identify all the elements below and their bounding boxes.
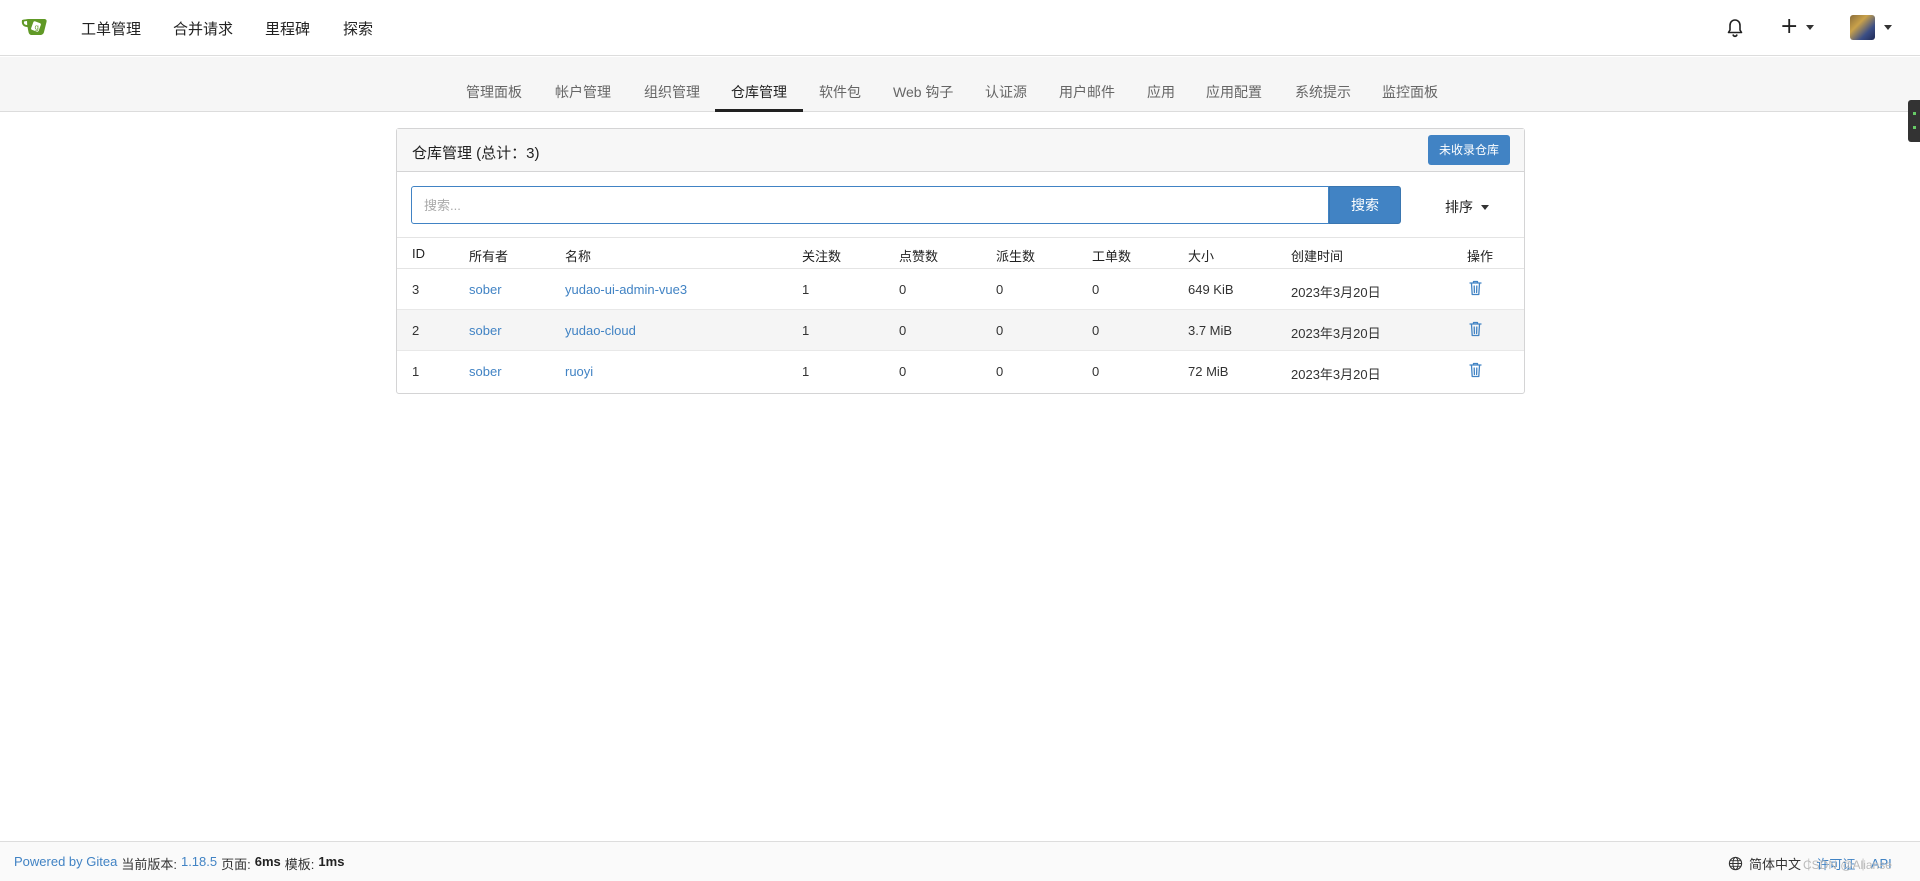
- unadopted-repos-button[interactable]: 未收录仓库: [1428, 135, 1510, 165]
- search-button[interactable]: 搜索: [1329, 186, 1401, 224]
- trash-icon[interactable]: [1469, 321, 1482, 337]
- table-row: 3 sober yudao-ui-admin-vue3 1 0 0 0 649 …: [397, 269, 1524, 310]
- chevron-down-icon: [1481, 204, 1489, 210]
- tab-users[interactable]: 帐户管理: [555, 82, 611, 102]
- active-tab-indicator: [715, 109, 803, 112]
- repo-forks: 0: [996, 364, 1004, 379]
- repo-name-link[interactable]: yudao-cloud: [565, 323, 636, 338]
- repo-forks: 0: [996, 323, 1004, 338]
- repo-owner-link[interactable]: sober: [469, 323, 502, 338]
- tab-packages[interactable]: 软件包: [819, 82, 861, 102]
- panel-header: 仓库管理 (总计：3) 未收录仓库: [397, 129, 1524, 172]
- footer-left: Powered by Gitea 当前版本: 1.18.5 页面: 6ms 模板…: [14, 854, 344, 873]
- repo-management-panel: 仓库管理 (总计：3) 未收录仓库 搜索 排序 ID 所有者 名称 关注数 点赞…: [396, 128, 1525, 394]
- repo-stars: 0: [899, 323, 907, 338]
- header-size: 大小: [1188, 249, 1215, 264]
- tab-repos[interactable]: 仓库管理: [731, 82, 787, 102]
- header-id[interactable]: ID: [412, 246, 425, 261]
- repo-watches: 1: [802, 282, 810, 297]
- repo-created: 2023年3月20日: [1291, 285, 1381, 300]
- chevron-down-icon: [1884, 25, 1892, 30]
- bell-icon[interactable]: [1726, 18, 1744, 38]
- repo-name-link[interactable]: ruoyi: [565, 364, 593, 379]
- repo-created: 2023年3月20日: [1291, 326, 1381, 341]
- sort-dropdown[interactable]: 排序: [1445, 197, 1489, 217]
- page-time: 6ms: [254, 854, 281, 869]
- create-dropdown[interactable]: +: [1780, 14, 1815, 39]
- tab-webhooks[interactable]: Web 钩子: [893, 82, 953, 102]
- side-scroll-widget[interactable]: [1908, 100, 1920, 142]
- header-name: 名称: [565, 249, 592, 264]
- repo-size: 3.7 MiB: [1188, 323, 1233, 338]
- tab-applications[interactable]: 应用: [1147, 82, 1175, 102]
- repo-id: 3: [412, 282, 420, 297]
- user-menu[interactable]: [1850, 15, 1892, 40]
- search-input[interactable]: [411, 186, 1329, 224]
- repo-watches: 1: [802, 323, 810, 338]
- repo-issues: 0: [1092, 364, 1100, 379]
- repo-issues: 0: [1092, 282, 1100, 297]
- watermark-text: CSDN @Alianse: [1803, 858, 1892, 872]
- version-label: 当前版本:: [121, 857, 177, 872]
- template-time: 1ms: [318, 854, 345, 869]
- tab-orgs[interactable]: 组织管理: [644, 82, 700, 102]
- tab-config[interactable]: 应用配置: [1206, 82, 1262, 102]
- repo-id: 2: [412, 323, 420, 338]
- version-link[interactable]: 1.18.5: [181, 854, 217, 873]
- powered-by-link[interactable]: Powered by Gitea: [14, 854, 117, 873]
- repo-size: 72 MiB: [1188, 364, 1229, 379]
- tab-auth-sources[interactable]: 认证源: [985, 82, 1027, 102]
- nav-pulls[interactable]: 合并请求: [173, 18, 233, 39]
- gitea-logo-icon[interactable]: g: [20, 14, 50, 38]
- repo-stars: 0: [899, 364, 907, 379]
- page-label: 页面:: [221, 857, 251, 872]
- header-stars: 点赞数: [899, 249, 939, 264]
- nav-milestones[interactable]: 里程碑: [265, 18, 310, 39]
- avatar: [1850, 15, 1875, 40]
- panel-title: 仓库管理 (总计：3): [412, 145, 540, 162]
- table-row: 2 sober yudao-cloud 1 0 0 0 3.7 MiB 2023…: [397, 310, 1524, 351]
- repo-stars: 0: [899, 282, 907, 297]
- table-header: ID 所有者 名称 关注数 点赞数 派生数 工单数 大小 创建时间 操作: [397, 237, 1524, 269]
- repo-id: 1: [412, 364, 420, 379]
- tab-notices[interactable]: 系统提示: [1295, 82, 1351, 102]
- plus-icon: +: [1780, 14, 1799, 39]
- header-actions: 操作: [1467, 249, 1494, 264]
- sort-label: 排序: [1445, 199, 1473, 215]
- nav-issues[interactable]: 工单管理: [81, 18, 141, 39]
- svg-text:g: g: [35, 24, 39, 32]
- header-issues: 工单数: [1092, 249, 1132, 264]
- header-watches: 关注数: [802, 249, 842, 264]
- globe-icon: [1728, 856, 1743, 871]
- tab-emails[interactable]: 用户邮件: [1059, 82, 1115, 102]
- header-created: 创建时间: [1291, 249, 1344, 264]
- trash-icon[interactable]: [1469, 362, 1482, 378]
- tab-monitor[interactable]: 监控面板: [1382, 82, 1438, 102]
- page-footer: Powered by Gitea 当前版本: 1.18.5 页面: 6ms 模板…: [0, 841, 1920, 881]
- repo-issues: 0: [1092, 323, 1100, 338]
- repo-watches: 1: [802, 364, 810, 379]
- repo-size: 649 KiB: [1188, 282, 1234, 297]
- repo-created: 2023年3月20日: [1291, 367, 1381, 382]
- repo-name-link[interactable]: yudao-ui-admin-vue3: [565, 282, 687, 297]
- repo-owner-link[interactable]: sober: [469, 364, 502, 379]
- admin-subnav: 管理面板 帐户管理 组织管理 仓库管理 软件包 Web 钩子 认证源 用户邮件 …: [0, 57, 1920, 112]
- repo-forks: 0: [996, 282, 1004, 297]
- trash-icon[interactable]: [1469, 280, 1482, 296]
- chevron-down-icon: [1806, 24, 1815, 30]
- language-selector[interactable]: 简体中文: [1749, 854, 1801, 873]
- header-owner: 所有者: [469, 249, 509, 264]
- tab-dashboard[interactable]: 管理面板: [466, 82, 522, 102]
- table-row: 1 sober ruoyi 1 0 0 0 72 MiB 2023年3月20日: [397, 351, 1524, 392]
- nav-explore[interactable]: 探索: [343, 18, 373, 39]
- repo-owner-link[interactable]: sober: [469, 282, 502, 297]
- header-forks: 派生数: [996, 249, 1036, 264]
- top-navbar: g 工单管理 合并请求 里程碑 探索 +: [0, 0, 1920, 56]
- template-label: 模板:: [284, 857, 315, 872]
